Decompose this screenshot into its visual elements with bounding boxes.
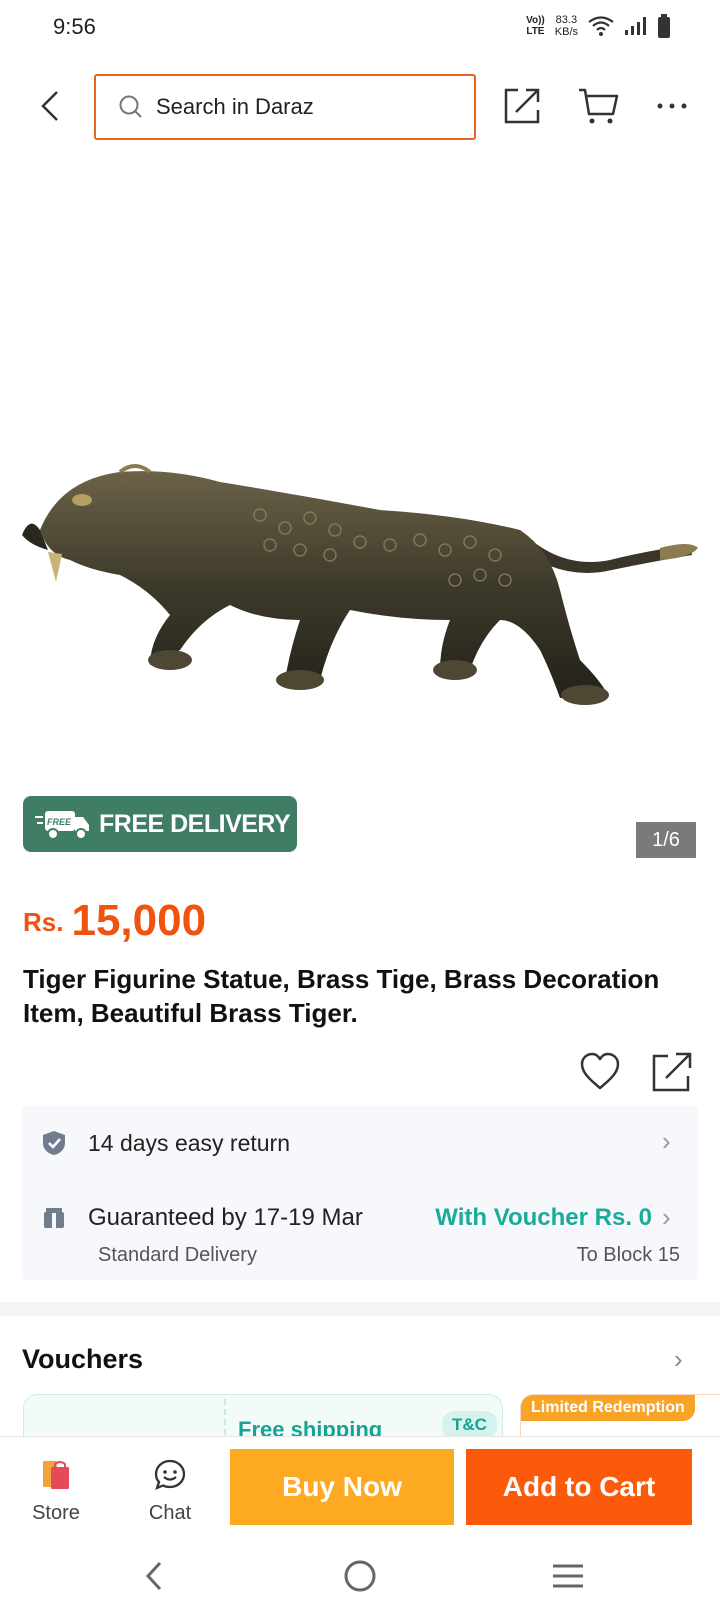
status-icons: Vo)) LTE 83.3 KB/s	[526, 14, 670, 38]
add-to-cart-button[interactable]: Add to Cart	[466, 1449, 692, 1525]
speed-value: 83.3	[555, 14, 578, 26]
price-currency: Rs.	[23, 907, 64, 937]
limited-redemption-tag: Limited Redemption	[521, 1395, 695, 1421]
return-policy-row[interactable]: 14 days easy return ›	[22, 1106, 698, 1178]
speed-unit: KB/s	[554, 26, 578, 38]
product-title: Tiger Figurine Statue, Brass Tige, Brass…	[23, 964, 660, 1028]
volte-top: Vo))	[526, 15, 545, 26]
free-delivery-badge: FREE FREE DELIVERY	[23, 796, 297, 852]
back-arrow-icon	[41, 91, 58, 121]
chat-icon	[154, 1459, 186, 1491]
voucher-shipping-fee: With Voucher Rs. 0	[435, 1204, 652, 1231]
package-icon	[42, 1206, 66, 1235]
share-product-button[interactable]	[650, 1050, 694, 1094]
free-badge-text: FREE	[47, 817, 72, 827]
search-icon	[119, 95, 142, 118]
back-arrow-icon	[145, 1561, 162, 1591]
back-button[interactable]	[30, 86, 70, 126]
chevron-right-icon[interactable]: ›	[674, 1344, 683, 1375]
volte-bottom: LTE	[526, 26, 545, 37]
search-bar[interactable]	[94, 74, 476, 140]
signal-icon	[625, 17, 646, 35]
more-button[interactable]	[648, 82, 696, 130]
free-delivery-label: FREE DELIVERY	[99, 809, 291, 838]
chat-label: Chat	[148, 1502, 192, 1524]
share-button[interactable]	[498, 82, 546, 130]
system-navigation-bar	[0, 1540, 720, 1612]
section-divider	[0, 1302, 720, 1316]
store-icon	[43, 1461, 69, 1489]
vouchers-heading: Vouchers	[22, 1344, 144, 1374]
status-bar: 9:56 Vo)) LTE 83.3 KB/s	[0, 0, 720, 58]
system-back-button[interactable]	[124, 1554, 184, 1598]
terms-conditions-tag[interactable]: T&C	[442, 1411, 497, 1439]
share-icon	[652, 1052, 692, 1092]
wifi-icon	[588, 16, 614, 36]
chevron-right-icon: ›	[662, 1202, 671, 1232]
share-icon	[504, 88, 540, 124]
delivery-row[interactable]: Guaranteed by 17-19 Mar Standard Deliver…	[22, 1186, 698, 1280]
top-header	[0, 72, 720, 142]
volte-indicator: Vo)) LTE	[526, 15, 545, 37]
product-price: Rs. 15,000	[23, 896, 206, 946]
bottom-action-bar: Store Chat Buy Now Add to Cart	[0, 1436, 720, 1540]
heart-icon	[580, 1052, 620, 1090]
delivery-info-panel: 14 days easy return › Guaranteed by 17-1…	[22, 1106, 698, 1280]
delivery-truck-icon: FREE	[35, 811, 89, 840]
image-counter: 1/6	[636, 822, 696, 858]
menu-icon	[553, 1564, 583, 1588]
more-icon	[657, 103, 687, 109]
battery-icon	[658, 14, 670, 38]
search-input[interactable]	[156, 94, 436, 120]
wishlist-button[interactable]	[578, 1050, 622, 1094]
shield-check-icon	[42, 1130, 66, 1161]
delivery-guarantee: Guaranteed by 17-19 Mar	[88, 1204, 363, 1231]
product-image	[22, 464, 698, 705]
delivery-location: To Block 15	[576, 1244, 680, 1266]
system-menu-button[interactable]	[538, 1554, 598, 1598]
status-time: 9:56	[53, 14, 96, 39]
return-policy-text: 14 days easy return	[88, 1130, 291, 1156]
price-amount: 15,000	[71, 896, 207, 945]
cart-icon	[579, 88, 619, 124]
store-label: Store	[32, 1502, 80, 1524]
chat-button[interactable]: Chat	[134, 1459, 206, 1529]
cart-button[interactable]	[574, 82, 622, 130]
product-image-carousel[interactable]	[0, 150, 720, 860]
delivery-type: Standard Delivery	[98, 1244, 257, 1266]
network-speed: 83.3 KB/s	[555, 14, 578, 38]
store-button[interactable]: Store	[20, 1459, 92, 1529]
home-circle-icon	[344, 1560, 376, 1592]
system-home-button[interactable]	[330, 1554, 390, 1598]
chevron-right-icon: ›	[662, 1126, 671, 1156]
buy-now-button[interactable]: Buy Now	[230, 1449, 454, 1525]
